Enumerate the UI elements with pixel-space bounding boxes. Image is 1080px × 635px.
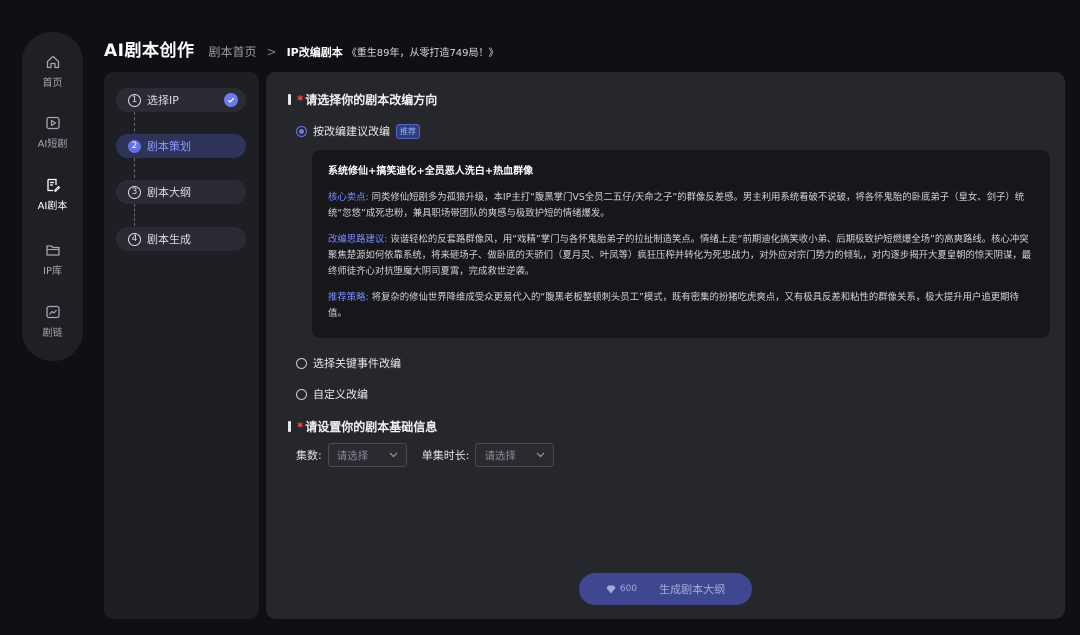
nav-label: 首页: [42, 78, 63, 89]
nav-item-ai-short[interactable]: AI短剧: [22, 115, 83, 150]
step-connector: [134, 158, 135, 178]
suggestion-title: 系统修仙+搞笑迪化+全员恶人洗白+热血群像: [328, 166, 534, 177]
suggestion-core-points: 核心卖点: 同类修仙短剧多为孤狼升级，本IP主打“腹黑掌门VS全员二五仔/天命之…: [328, 190, 1034, 222]
title-bar: [288, 94, 291, 105]
generate-outline-button[interactable]: 600 生成剧本大纲: [579, 573, 752, 605]
section-text: 诙谐轻松的反套路群像风，用“戏精”掌门与各怀鬼胎弟子的拉扯制造笑点。情绪上走“前…: [328, 234, 1032, 277]
episodes-label: 集数:: [296, 449, 322, 462]
duration-label: 单集时长:: [421, 449, 470, 462]
suggestion-adaptation-idea: 改编思路建议: 诙谐轻松的反套路群像风，用“戏精”掌门与各怀鬼胎弟子的拉扯制造笑…: [328, 232, 1034, 280]
check-icon: [224, 93, 238, 107]
step-label: 剧本大纲: [147, 186, 191, 199]
step-number: 1: [128, 93, 141, 107]
step-label: 剧本生成: [147, 233, 191, 246]
page-title: AI剧本创作: [104, 41, 195, 61]
episodes-select[interactable]: 请选择: [327, 443, 407, 467]
duration-select[interactable]: 请选择: [475, 443, 555, 467]
nav-item-ip-library[interactable]: IP库: [22, 242, 83, 277]
chevron-down-icon: [389, 452, 398, 458]
side-nav: 首页 AI短剧 AI剧本 IP库 剧链: [22, 32, 83, 361]
folder-icon: [45, 245, 60, 256]
nav-label: 剧链: [42, 328, 63, 339]
chart-icon: [45, 305, 60, 319]
duration-placeholder: 请选择: [484, 449, 516, 462]
required-mark: *: [297, 419, 304, 434]
step-script-planning[interactable]: 2 剧本策划: [116, 134, 246, 158]
steps-panel: 1 选择IP 2 剧本策划 3 剧本大纲 4 剧本生成: [104, 72, 259, 619]
cost-value: 600: [619, 584, 638, 594]
required-mark: *: [297, 92, 304, 107]
nav-label: AI短剧: [37, 139, 68, 150]
step-label: 选择IP: [147, 94, 179, 107]
nav-label: AI剧本: [37, 201, 68, 212]
radio-label: 选择关键事件改编: [313, 357, 401, 370]
radio-dot: [296, 357, 307, 369]
section-text: 同类修仙短剧多为孤狼升级，本IP主打“腹黑掌门VS全员二五仔/天命之子”的群像反…: [328, 192, 1025, 219]
episodes-placeholder: 请选择: [336, 449, 369, 462]
breadcrumb-separator: >: [266, 45, 277, 59]
video-icon: [45, 116, 60, 130]
nav-item-ai-script[interactable]: AI剧本: [22, 177, 83, 212]
section-text: 将复杂的修仙世界降维成受众更易代入的“腹黑老板整顿刺头员工”模式，既有密集的扮猪…: [328, 292, 1019, 319]
step-connector: [134, 204, 135, 226]
direction-title: 请选择你的剧本改编方向: [305, 93, 438, 107]
breadcrumb-project-name: 《重生89年，从零打造749局！》: [346, 48, 499, 59]
chevron-down-icon: [537, 452, 545, 458]
cost-indicator: 600: [606, 584, 637, 594]
section-key: 推荐策略:: [328, 292, 369, 303]
home-icon: [46, 55, 59, 69]
direction-section-title: * 请选择你的剧本改编方向: [288, 91, 437, 108]
breadcrumb-home-link[interactable]: 剧本首页: [208, 43, 256, 60]
suggestion-card: 系统修仙+搞笑迪化+全员恶人洗白+热血群像 核心卖点: 同类修仙短剧多为孤狼升级…: [312, 150, 1050, 338]
step-label: 剧本策划: [147, 140, 191, 153]
suggestion-strategy: 推荐策略: 将复杂的修仙世界降维成受众更易代入的“腹黑老板整顿刺头员工”模式，既…: [328, 290, 1034, 322]
radio-custom-adaptation[interactable]: 自定义改编: [296, 386, 368, 402]
nav-label: IP库: [43, 266, 62, 277]
step-script-generation[interactable]: 4 剧本生成: [116, 227, 246, 251]
basic-info-title: 请设置你的剧本基础信息: [305, 420, 438, 434]
basic-info-row: 集数: 请选择 单集时长: 请选择: [296, 443, 555, 467]
section-key: 改编思路建议:: [328, 234, 388, 245]
step-number: 3: [128, 185, 141, 199]
radio-key-event-adaptation[interactable]: 选择关键事件改编: [296, 355, 401, 371]
breadcrumb-current: IP改编剧本: [286, 46, 343, 59]
radio-label: 按改编建议改编: [313, 125, 390, 138]
diamond-icon: [606, 585, 616, 593]
step-number: 4: [128, 232, 141, 246]
basic-info-section-title: * 请设置你的剧本基础信息: [288, 418, 437, 435]
step-number: 2: [128, 139, 141, 153]
step-select-ip[interactable]: 1 选择IP: [116, 88, 246, 112]
main-panel: * 请选择你的剧本改编方向 按改编建议改编 推荐 系统修仙+搞笑迪化+全员恶人洗…: [266, 72, 1065, 619]
radio-label: 自定义改编: [313, 388, 368, 401]
title-bar: [288, 421, 291, 432]
radio-dot: [296, 388, 307, 400]
nav-item-drama-chain[interactable]: 剧链: [22, 304, 83, 339]
page-header: AI剧本创作 剧本首页 > IP改编剧本 《重生89年，从零打造749局！》: [104, 36, 499, 61]
radio-suggested-adaptation[interactable]: 按改编建议改编 推荐: [296, 123, 420, 139]
step-script-outline[interactable]: 3 剧本大纲: [116, 180, 246, 204]
script-icon: [46, 178, 60, 193]
recommend-badge: 推荐: [396, 123, 420, 139]
generate-label: 生成剧本大纲: [659, 583, 726, 596]
radio-dot-selected: [296, 125, 307, 137]
nav-item-home[interactable]: 首页: [22, 54, 83, 89]
section-key: 核心卖点:: [328, 192, 369, 203]
